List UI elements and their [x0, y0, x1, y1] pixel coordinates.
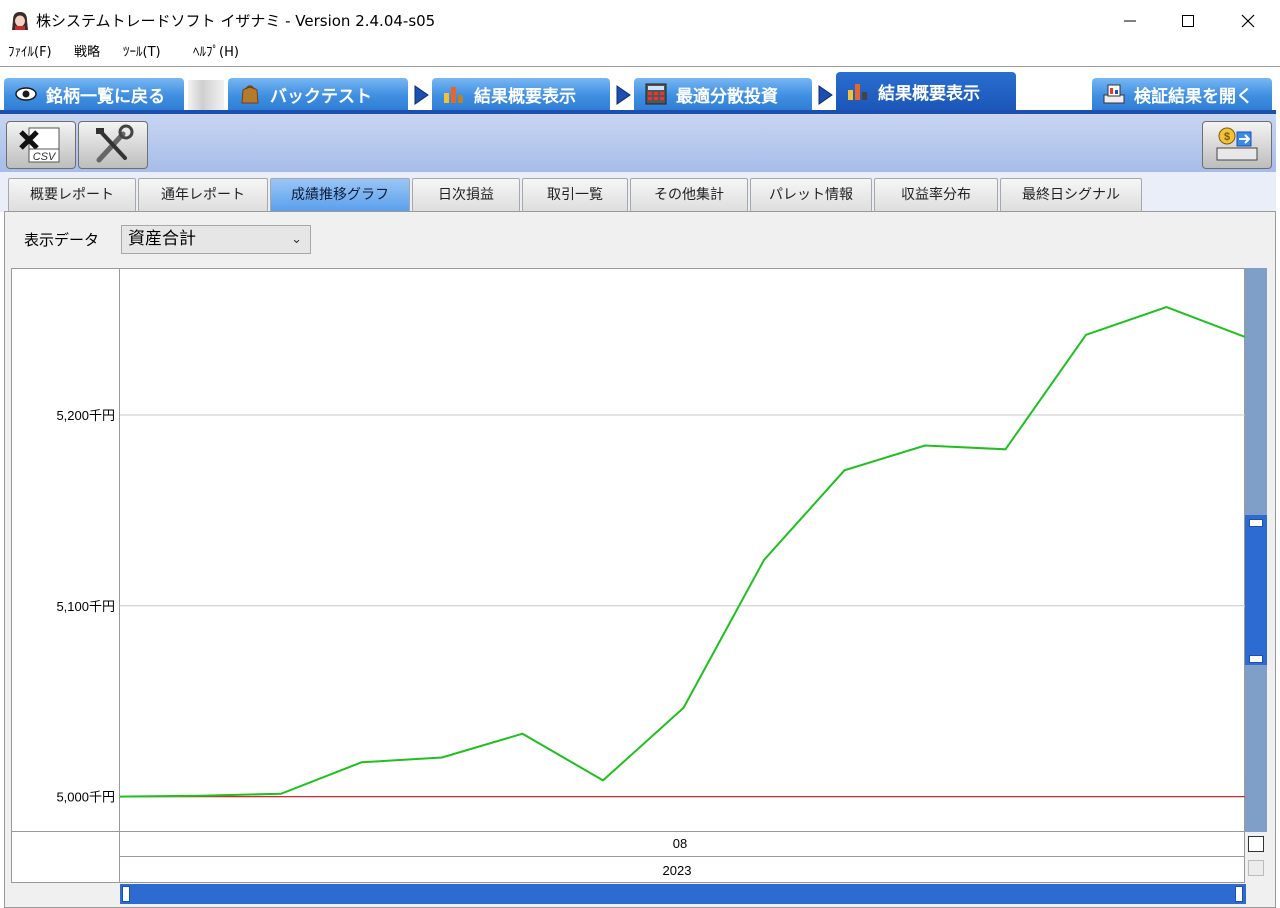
svg-text:$: $	[1224, 131, 1230, 143]
window-title: 株システムトレードソフト イザナミ - Version 2.4.04-s05	[36, 12, 436, 30]
eye-icon	[14, 83, 38, 105]
tab-return-distribution[interactable]: 収益率分布	[874, 178, 998, 211]
close-icon	[1241, 14, 1255, 28]
gridlines	[120, 414, 1245, 798]
tools-button[interactable]	[78, 121, 148, 169]
toolbar	[0, 114, 1276, 172]
tab-other-stats[interactable]: その他集計	[630, 178, 748, 211]
nav-open-results[interactable]: 検証結果を開く	[1092, 78, 1272, 110]
close-button[interactable]	[1220, 0, 1276, 42]
bag-icon	[238, 83, 262, 105]
tab-summary-report[interactable]: 概要レポート	[8, 178, 136, 211]
nav-label: 結果概要表示	[474, 86, 576, 107]
x-tick-month: 08	[673, 836, 687, 851]
tools-icon	[96, 124, 134, 163]
step-arrow-icon	[816, 84, 834, 106]
menu-help[interactable]: ﾍﾙﾌﾟ(H)	[189, 42, 243, 64]
y-tick-label: 5,200千円	[56, 408, 115, 423]
step-arrow-icon	[614, 84, 632, 106]
money-transfer-button[interactable]: $	[1202, 121, 1272, 169]
nav-optimal-diversification[interactable]: 最適分散投資	[634, 78, 812, 110]
nav-backtest[interactable]: バックテスト	[228, 78, 408, 110]
menu-strategy[interactable]: 戦略	[70, 42, 104, 64]
nav-result-summary[interactable]: 結果概要表示	[432, 78, 610, 110]
hscroll-grip-left[interactable]	[122, 886, 130, 902]
y-tick-label: 5,000千円	[56, 790, 115, 805]
scroll-grip-top[interactable]	[1249, 519, 1263, 527]
nav-label: 結果概要表示	[878, 83, 980, 104]
option-checkbox[interactable]	[1248, 860, 1264, 876]
horizontal-scrollbar[interactable]	[120, 884, 1246, 904]
maximize-icon	[1182, 15, 1194, 27]
y-tick-label: 5,100千円	[56, 599, 115, 614]
display-data-label: 表示データ	[24, 231, 100, 249]
nav-label: 銘柄一覧に戻る	[46, 86, 165, 107]
app-logo-icon	[10, 11, 30, 31]
tab-final-day-signal[interactable]: 最終日シグナル	[1000, 178, 1142, 211]
tab-palette-info[interactable]: パレット情報	[750, 178, 872, 211]
minimize-icon	[1124, 20, 1136, 22]
scroll-grip-bottom[interactable]	[1249, 655, 1263, 663]
nav-label: バックテスト	[270, 86, 372, 107]
nav-separator	[188, 80, 224, 110]
tab-annual-report[interactable]: 通年レポート	[138, 178, 268, 211]
minimize-button[interactable]	[1102, 0, 1158, 42]
display-data-select[interactable]: 資産合計 ⌄	[121, 225, 311, 254]
tab-daily-pnl[interactable]: 日次損益	[412, 178, 520, 211]
step-arrow-icon	[412, 84, 430, 106]
display-data-value: 資産合計	[128, 229, 196, 249]
autoscale-checkbox[interactable]	[1248, 836, 1264, 852]
hscroll-grip-right[interactable]	[1235, 886, 1243, 902]
csv-label: CSV	[33, 151, 57, 163]
vertical-scroll-thumb[interactable]	[1245, 515, 1267, 665]
bar-chart-icon	[846, 80, 870, 102]
menu-file[interactable]: ﾌｧｲﾙ(F)	[4, 42, 56, 64]
csv-export-icon: CSV	[19, 127, 60, 163]
y-tick-labels: 5,000千円 5,100千円 5,200千円	[56, 408, 115, 805]
bar-chart-icon	[442, 83, 466, 105]
open-results-icon	[1102, 83, 1126, 105]
menu-tools[interactable]: ﾂｰﾙ(T)	[119, 42, 165, 64]
x-tick-year: 2023	[663, 863, 692, 878]
tab-performance-graph[interactable]: 成績推移グラフ	[270, 178, 410, 211]
nav-back-to-list[interactable]: 銘柄一覧に戻る	[4, 78, 184, 110]
nav-label: 検証結果を開く	[1134, 86, 1253, 107]
chevron-down-icon: ⌄	[291, 232, 302, 247]
equity-series-line	[119, 306, 1245, 798]
equity-chart-plot: 5,000千円 5,100千円 5,200千円 08 2023	[11, 268, 1245, 883]
csv-export-button[interactable]: CSV	[6, 121, 76, 169]
tab-trade-list[interactable]: 取引一覧	[522, 178, 628, 211]
nav-label: 最適分散投資	[676, 86, 778, 107]
money-transfer-icon: $	[1216, 127, 1258, 161]
maximize-button[interactable]	[1160, 0, 1216, 42]
nav-result-summary-active[interactable]: 結果概要表示	[836, 72, 1016, 110]
calculator-icon	[644, 83, 668, 105]
